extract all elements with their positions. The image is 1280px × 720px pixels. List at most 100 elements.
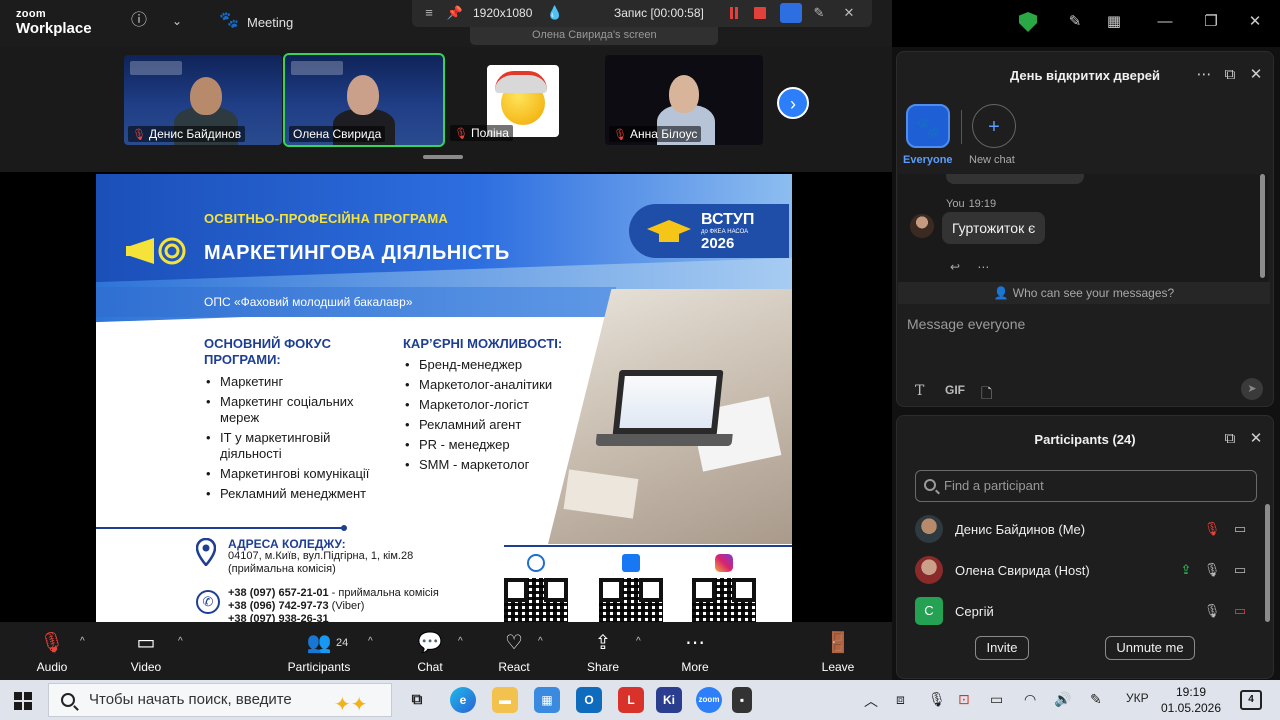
- clock[interactable]: 19:19 01.05.2026: [1158, 684, 1224, 716]
- video-off-icon[interactable]: ▭: [1231, 603, 1249, 619]
- video-tile[interactable]: 🎙 Денис Байдинов: [124, 55, 282, 145]
- visibility-info[interactable]: 👤 Who can see your messages?: [898, 282, 1270, 304]
- windows-start-icon[interactable]: [14, 692, 32, 710]
- video-button[interactable]: ▭ Video: [124, 630, 168, 674]
- tray-app-icon[interactable]: ⧈: [896, 691, 905, 708]
- participant-name: Олена Свирида (Host): [955, 563, 1090, 578]
- taskbar-search-input[interactable]: Чтобы начать поиск, введите ✦✦: [48, 683, 392, 717]
- phone-line: +38 (097) 657-21-01 - приймальна комісія: [228, 587, 439, 599]
- participant-row[interactable]: Олена Свирида (Host) ⇪ 🎙 ▭: [897, 551, 1257, 591]
- video-camera-icon[interactable]: ▭: [1231, 521, 1249, 537]
- close-window-icon[interactable]: ✕: [1242, 10, 1268, 34]
- volume-icon[interactable]: 🔊: [1054, 691, 1071, 708]
- pop-out-icon[interactable]: ⧉: [1221, 430, 1239, 448]
- more-options-icon[interactable]: ⋯: [1195, 66, 1213, 84]
- mic-muted-icon[interactable]: 🎙: [1203, 521, 1221, 537]
- chat-scrollbar[interactable]: [1260, 174, 1265, 278]
- edit-icon[interactable]: ✎: [1062, 10, 1088, 34]
- everyone-channel-button[interactable]: 🐾: [906, 104, 950, 148]
- zoom-app-icon[interactable]: zoom: [696, 687, 722, 713]
- avatar: [915, 556, 943, 584]
- language-indicator[interactable]: УКР: [1126, 691, 1149, 705]
- sparkle-icon: ✦✦: [334, 694, 368, 716]
- avatar: [910, 214, 934, 238]
- new-chat-button[interactable]: +: [972, 104, 1016, 148]
- drop-icon[interactable]: 💧: [546, 4, 564, 22]
- camera-capture-icon[interactable]: [780, 3, 802, 23]
- gif-button[interactable]: GIF: [945, 383, 965, 397]
- pin-icon[interactable]: 📌: [446, 4, 464, 22]
- participant-row[interactable]: Денис Байдинов (Me) 🎙 ▭: [897, 510, 1257, 550]
- text-format-icon[interactable]: T: [915, 383, 924, 399]
- maximize-icon[interactable]: ❐: [1198, 10, 1224, 34]
- wifi-icon[interactable]: ◠: [1024, 691, 1036, 708]
- mic-muted-icon: 🎙: [132, 129, 146, 141]
- l-app-icon[interactable]: L: [618, 687, 644, 713]
- audio-options-caret[interactable]: ^: [80, 636, 85, 647]
- search-icon: [924, 479, 936, 491]
- send-icon[interactable]: ➤: [1241, 378, 1263, 400]
- close-panel-icon[interactable]: ✕: [1247, 66, 1265, 84]
- participant-name: Анна Білоус: [629, 127, 698, 141]
- mic-icon[interactable]: 🎙: [1203, 603, 1221, 619]
- close-icon[interactable]: ✕: [840, 4, 858, 22]
- shield-icon[interactable]: [1019, 12, 1037, 32]
- edge-icon[interactable]: e: [450, 687, 476, 713]
- next-page-button[interactable]: ›: [777, 87, 809, 119]
- menu-icon[interactable]: ≡: [420, 4, 438, 22]
- notification-center-icon[interactable]: 4: [1240, 690, 1262, 710]
- video-tile[interactable]: 🎙 Анна Білоус: [605, 55, 763, 145]
- video-camera-icon[interactable]: ▭: [1231, 562, 1249, 578]
- store-icon[interactable]: ▦: [534, 687, 560, 713]
- chat-options-caret[interactable]: ^: [458, 636, 463, 647]
- unmute-me-button[interactable]: Unmute me: [1105, 636, 1195, 660]
- chat-button[interactable]: 💬 Chat: [408, 630, 452, 674]
- stop-recording-icon[interactable]: [754, 7, 766, 19]
- participants-scrollbar[interactable]: [1265, 504, 1270, 622]
- audio-button[interactable]: 🎙 Audio: [30, 630, 74, 674]
- minimize-icon[interactable]: —: [1152, 10, 1178, 34]
- tray-chevron-icon[interactable]: ︿: [864, 691, 878, 711]
- pen-icon[interactable]: ✎: [1090, 691, 1102, 708]
- outlook-icon[interactable]: O: [576, 687, 602, 713]
- tray-record-icon[interactable]: ⊡: [958, 691, 970, 708]
- participant-row[interactable]: С Сергій 🎙 ▭: [897, 592, 1257, 632]
- pop-out-icon[interactable]: ⧉: [1221, 66, 1239, 84]
- zoom-logo: zoom Workplace: [16, 9, 92, 37]
- task-view-icon[interactable]: ⧉: [404, 687, 430, 713]
- search-icon: [61, 693, 75, 707]
- strip-resize-handle[interactable]: [423, 155, 463, 159]
- recording-status: Запис [00:00:58]: [614, 6, 704, 20]
- pen-icon[interactable]: ✎: [810, 4, 828, 22]
- video-options-caret[interactable]: ^: [178, 636, 183, 647]
- tray-mic-icon[interactable]: 🎙: [928, 691, 946, 708]
- meeting-info-icon[interactable]: ⓘ: [128, 10, 150, 32]
- leave-label: Leave: [821, 660, 855, 674]
- message-input[interactable]: Message everyone: [907, 316, 1207, 332]
- video-tile-active[interactable]: Олена Свирида: [283, 53, 445, 147]
- close-panel-icon[interactable]: ✕: [1247, 430, 1265, 448]
- share-options-caret[interactable]: ^: [636, 636, 641, 647]
- react-button[interactable]: ♡ React: [492, 630, 536, 674]
- college-logo: [291, 61, 343, 75]
- participants-options-caret[interactable]: ^: [368, 636, 373, 647]
- ki-app-icon[interactable]: Ki: [656, 687, 682, 713]
- invite-button[interactable]: Invite: [975, 636, 1029, 660]
- participant-search-input[interactable]: Find a participant: [915, 470, 1257, 502]
- battery-icon[interactable]: ▭: [990, 691, 1003, 708]
- reply-icon[interactable]: ↩: [950, 260, 960, 274]
- chevron-down-icon[interactable]: ⌄: [166, 10, 188, 32]
- leave-button[interactable]: 🚪 Leave: [816, 630, 860, 674]
- message-bubble[interactable]: Гуртожиток є: [942, 212, 1046, 244]
- react-options-caret[interactable]: ^: [538, 636, 543, 647]
- react-label: React: [498, 660, 530, 674]
- file-icon[interactable]: 🗋: [981, 383, 992, 407]
- app-icon[interactable]: ▪: [732, 687, 752, 713]
- more-dots-icon[interactable]: ⋯: [977, 260, 989, 274]
- view-grid-icon[interactable]: ▦: [1101, 10, 1127, 34]
- share-button[interactable]: ⇪ Share: [581, 630, 625, 674]
- pause-recording-icon[interactable]: [728, 7, 740, 19]
- more-button[interactable]: ⋯ More: [673, 630, 717, 674]
- mic-icon[interactable]: 🎙: [1203, 562, 1221, 578]
- file-explorer-icon[interactable]: ▬: [492, 687, 518, 713]
